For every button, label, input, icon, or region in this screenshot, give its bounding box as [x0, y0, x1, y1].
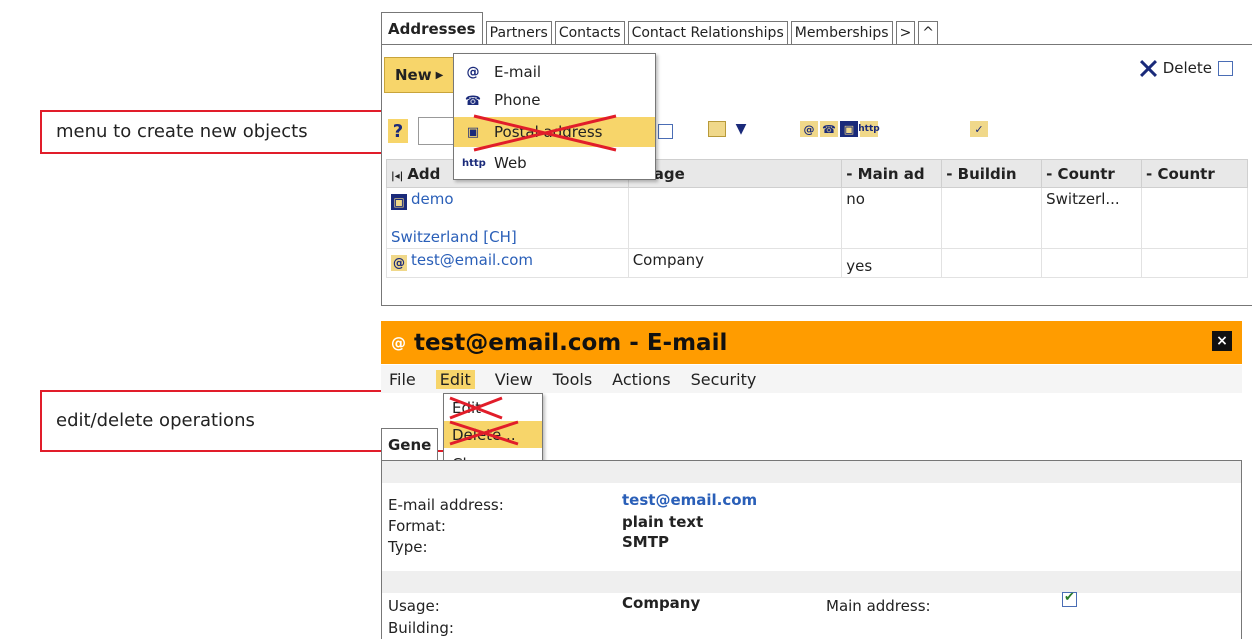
country-cell: [1041, 248, 1143, 278]
phone-filter-icon[interactable]: ☎: [820, 121, 838, 137]
filter-input[interactable]: [418, 117, 458, 145]
address-cell: ▣ demo Switzerland [CH]: [386, 187, 629, 249]
column-header-country[interactable]: - Countr: [1041, 159, 1143, 188]
delete-checkbox[interactable]: [1218, 60, 1233, 76]
filter-funnel-icon[interactable]: ▼: [732, 121, 750, 137]
country-2-cell: [1141, 248, 1248, 278]
web-filter-icon[interactable]: http: [858, 121, 880, 137]
usage-value: Company: [622, 594, 701, 612]
tab-general[interactable]: Gene: [381, 428, 439, 461]
address-cell: @ test@email.com: [386, 248, 629, 278]
menu-item-edit[interactable]: Edit: [444, 394, 542, 421]
help-icon[interactable]: ?: [388, 119, 408, 143]
main-tabbar: Addresses Partners Contacts Contact Rela…: [381, 11, 939, 45]
email-icon: @: [466, 64, 480, 80]
checkmark-filter-icon[interactable]: ✓: [970, 121, 988, 137]
menu-file[interactable]: File: [389, 370, 416, 389]
caret-right-icon: ▶: [435, 69, 444, 81]
delete-control[interactable]: Delete: [1139, 59, 1233, 77]
format-value: plain text: [622, 513, 704, 531]
menu-item-phone[interactable]: ☎ Phone: [454, 87, 655, 109]
window-title: test@email.com - E-mail: [414, 329, 728, 356]
menu-edit[interactable]: Edit: [435, 369, 475, 389]
main-address-label: Main address:: [826, 597, 931, 615]
close-icon[interactable]: ×: [1212, 331, 1232, 351]
section-divider: [382, 571, 1241, 593]
country-cell: Switzerl...: [1041, 187, 1143, 249]
address-link[interactable]: demo: [411, 190, 454, 208]
section-divider: [382, 461, 1241, 483]
callout-create-text: menu to create new objects: [56, 121, 308, 142]
menu-actions[interactable]: Actions: [612, 370, 670, 389]
tab-contacts[interactable]: Contacts: [554, 21, 625, 45]
tab-collapse-button[interactable]: ^: [918, 21, 939, 45]
tab-partners[interactable]: Partners: [485, 21, 552, 45]
usage-cell: Company: [627, 248, 843, 278]
web-icon: http: [462, 157, 486, 169]
email-details-panel: E-mail address: test@email.com Format: p…: [381, 460, 1242, 639]
phone-icon: ☎: [464, 94, 482, 109]
filter-checkbox[interactable]: [658, 124, 673, 139]
email-address-value[interactable]: test@email.com: [622, 491, 757, 509]
menu-item-postal-address[interactable]: ▣ Postal address: [454, 117, 655, 147]
format-label: Format:: [388, 517, 446, 535]
tab-more-button[interactable]: >: [895, 21, 916, 45]
delete-x-icon[interactable]: [1139, 59, 1157, 77]
column-header-usage[interactable]: Usage: [627, 159, 843, 188]
address-country-link[interactable]: Switzerland [CH]: [391, 228, 517, 246]
menu-view[interactable]: View: [495, 370, 533, 389]
tab-contact-relationships[interactable]: Contact Relationships: [627, 21, 788, 45]
new-object-menu: @ E-mail ☎ Phone ▣ Postal address http W…: [453, 53, 656, 180]
postal-filter-icon[interactable]: ▣: [840, 121, 858, 137]
usage-label: Usage:: [388, 597, 440, 615]
table-row[interactable]: @ test@email.com Company yes: [386, 248, 1248, 278]
expand-column-icon[interactable]: |◂|: [391, 171, 403, 182]
main-address-cell: no: [841, 187, 943, 249]
main-address-cell: yes: [841, 248, 943, 278]
callout-edit-text: edit/delete operations: [56, 410, 255, 431]
menu-item-label: Phone: [494, 91, 541, 109]
new-button[interactable]: New ▶: [384, 57, 458, 93]
postal-address-icon: ▣: [391, 194, 407, 210]
postal-address-icon: ▣: [466, 124, 480, 140]
menu-item-label: Web: [494, 154, 527, 172]
column-header-country-2[interactable]: - Countr: [1141, 159, 1248, 188]
menu-item-web[interactable]: http Web: [454, 148, 655, 178]
column-header-building[interactable]: - Buildin: [941, 159, 1043, 188]
email-address-label: E-mail address:: [388, 496, 504, 514]
type-value: SMTP: [622, 533, 669, 551]
menu-tools[interactable]: Tools: [553, 370, 592, 389]
email-filter-icon[interactable]: @: [800, 121, 818, 137]
menu-item-label: Postal address: [494, 123, 603, 141]
usage-cell: [627, 187, 843, 249]
menu-item-label: E-mail: [494, 63, 542, 81]
building-cell: [941, 187, 1043, 249]
folder-icon[interactable]: [708, 121, 726, 137]
menu-security[interactable]: Security: [691, 370, 757, 389]
email-icon: @: [391, 255, 407, 271]
building-cell: [941, 248, 1043, 278]
window-menubar: File Edit View Tools Actions Security: [381, 365, 1242, 393]
address-link[interactable]: test@email.com: [411, 251, 533, 269]
country-2-cell: [1141, 187, 1248, 249]
building-label: Building:: [388, 619, 454, 637]
email-icon: @: [391, 333, 406, 352]
menu-item-email[interactable]: @ E-mail: [454, 57, 655, 87]
main-address-checkbox[interactable]: [1062, 590, 1077, 607]
tab-addresses[interactable]: Addresses: [381, 12, 483, 45]
column-header-main-address[interactable]: - Main ad: [841, 159, 943, 188]
delete-label: Delete: [1162, 59, 1212, 77]
type-label: Type:: [388, 538, 428, 556]
tab-memberships[interactable]: Memberships: [790, 21, 893, 45]
email-window-titlebar: @ test@email.com - E-mail ×: [381, 321, 1242, 364]
table-row[interactable]: ▣ demo Switzerland [CH] no Switzerl...: [386, 187, 1248, 249]
new-button-label: New: [395, 66, 432, 84]
menu-item-delete[interactable]: Delete...: [444, 421, 542, 448]
